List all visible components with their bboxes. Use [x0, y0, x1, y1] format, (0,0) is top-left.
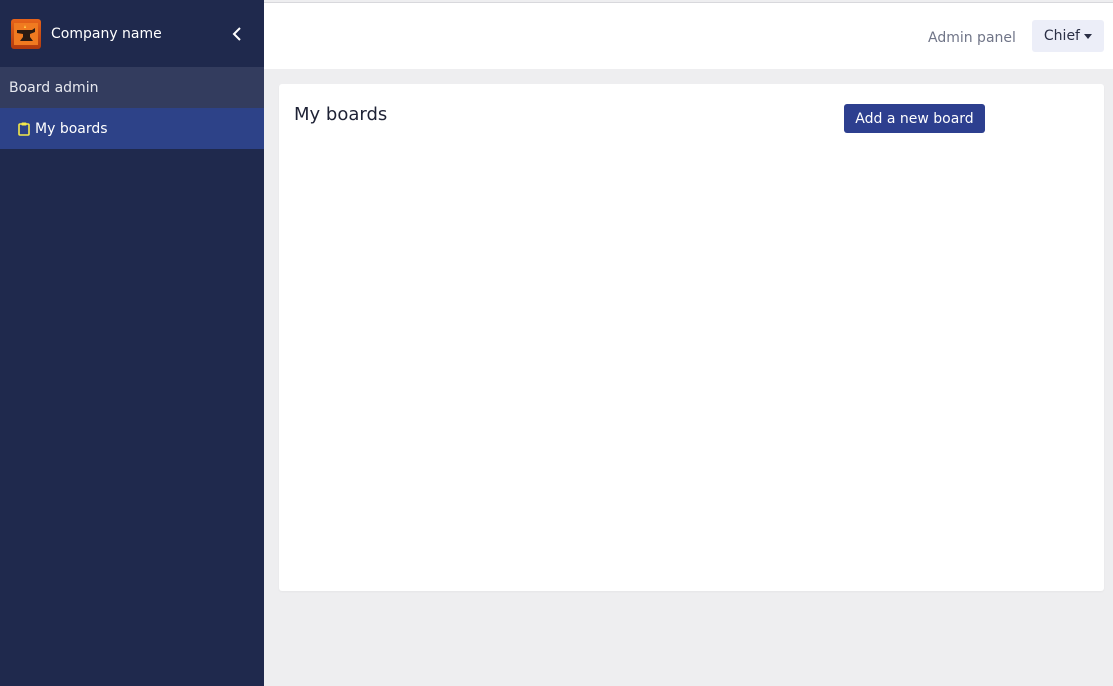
boards-card: My boards Add a new board — [279, 84, 1104, 591]
sidebar-item-my-boards[interactable]: My boards — [0, 108, 264, 149]
anvil-logo-icon[interactable] — [11, 18, 41, 49]
sidebar-header: Company name — [0, 0, 264, 67]
chevron-left-icon[interactable] — [227, 24, 247, 44]
section-title-board-admin: Board admin — [0, 67, 264, 108]
admin-panel-link[interactable]: Admin panel — [928, 30, 1016, 46]
clipboard-icon — [18, 122, 30, 136]
sidebar: Company name Board admin My boards — [0, 0, 264, 686]
caret-down-icon — [1084, 33, 1092, 39]
user-menu-label: Chief — [1043, 28, 1080, 44]
sidebar-item-label: My boards — [35, 120, 108, 137]
company-name[interactable]: Company name — [51, 26, 227, 42]
add-board-button[interactable]: Add a new board — [844, 104, 985, 133]
page-title: My boards — [294, 104, 388, 125]
topbar: Admin panel Chief — [264, 2, 1113, 69]
user-menu-button[interactable]: Chief — [1031, 20, 1104, 52]
